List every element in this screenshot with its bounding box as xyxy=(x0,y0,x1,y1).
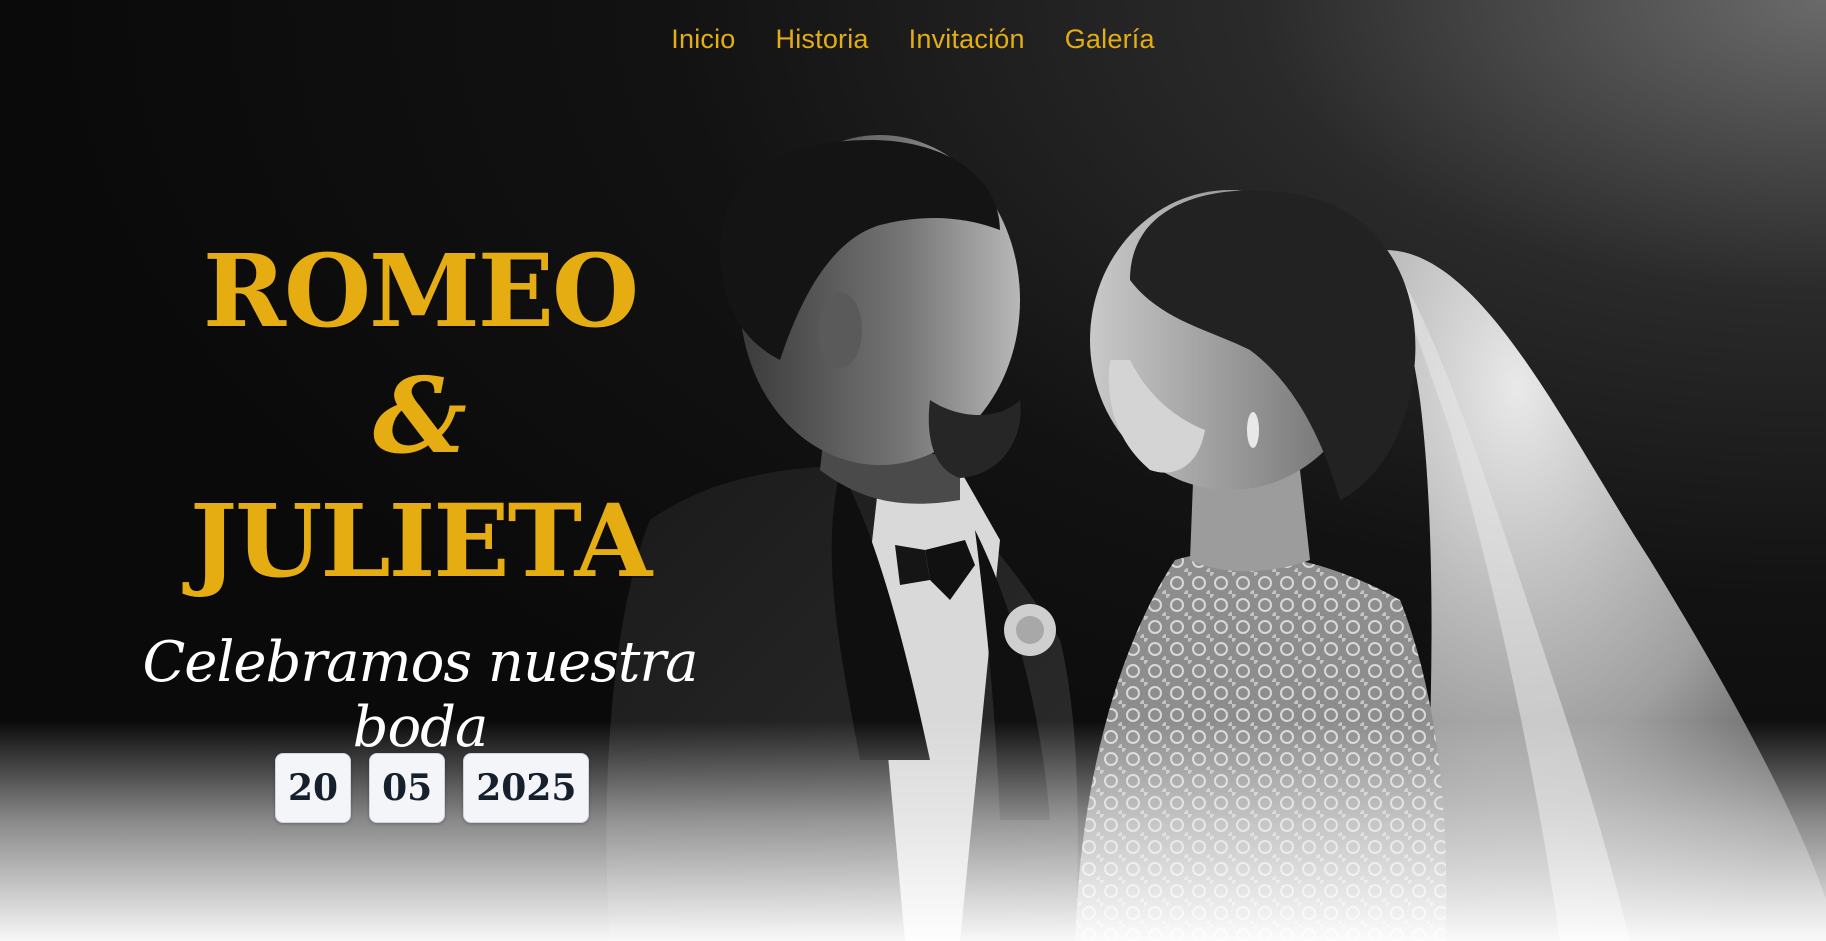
nav-link-historia[interactable]: Historia xyxy=(776,24,869,55)
name-romeo: ROMEO xyxy=(202,232,639,350)
date-year: 2025 xyxy=(463,753,590,823)
tagline: Celebramos nuestra boda xyxy=(142,630,698,760)
name-julieta: JULIETA xyxy=(189,482,652,600)
main-nav: Inicio Historia Invitación Galería xyxy=(0,24,1826,55)
couple-names: ROMEO & JULIETA xyxy=(150,232,690,600)
wedding-date: 20 05 2025 xyxy=(275,753,590,823)
ampersand: & xyxy=(373,354,467,477)
date-day: 20 xyxy=(275,753,352,823)
nav-link-invitacion[interactable]: Invitación xyxy=(909,24,1025,55)
hero-section: Inicio Historia Invitación Galería ROMEO… xyxy=(0,0,1826,941)
nav-link-inicio[interactable]: Inicio xyxy=(671,24,735,55)
date-month: 05 xyxy=(369,753,446,823)
nav-link-galeria[interactable]: Galería xyxy=(1065,24,1155,55)
